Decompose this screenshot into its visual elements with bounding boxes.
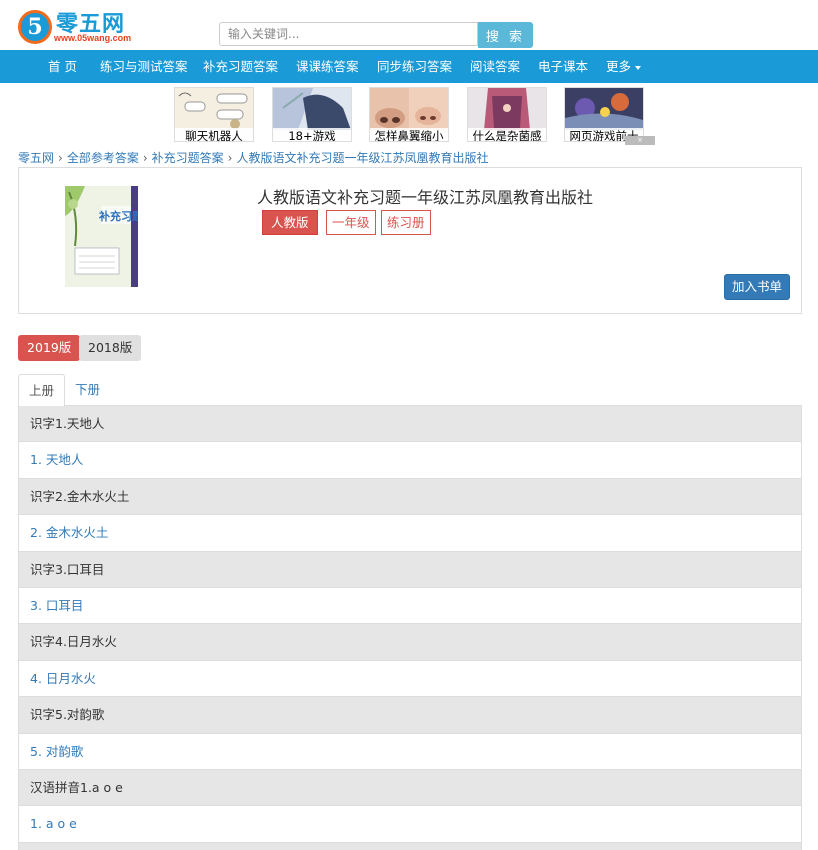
ad-image xyxy=(273,88,351,130)
logo-url: www.05wang.com xyxy=(54,33,132,43)
book-panel: 补充习题 人教版语文补充习题一年级江苏凤凰教育出版社 人教版 一年级 练习册 加… xyxy=(18,167,802,314)
breadcrumb-all-answers[interactable]: 全部参考答案 xyxy=(67,151,139,165)
ad-banner[interactable]: 网页游戏前十 xyxy=(564,87,644,142)
logo-mark: 5 xyxy=(18,10,52,44)
tag-type[interactable]: 练习册 xyxy=(381,210,431,235)
nav-item-ebook[interactable]: 电子课本 xyxy=(538,50,588,83)
edition-2018-button[interactable]: 2018版 xyxy=(79,335,142,361)
site-logo[interactable]: 5 零五网 www.05wang.com xyxy=(18,8,138,46)
tag-publisher[interactable]: 人教版 xyxy=(262,210,318,235)
ad-banner[interactable]: 什么是杂菌感 xyxy=(467,87,547,142)
ad-caption: 18+游戏 xyxy=(273,128,351,141)
book-title: 人教版语文补充习题一年级江苏凤凰教育出版社 xyxy=(257,188,594,207)
breadcrumb-supplementary[interactable]: 补充习题答案 xyxy=(152,151,224,165)
breadcrumb-home[interactable]: 零五网 xyxy=(18,151,54,165)
search-button[interactable]: 搜 索 xyxy=(478,22,533,48)
chapter-link[interactable]: 1. a o e xyxy=(18,806,802,843)
ad-caption: 怎样鼻翼缩小 xyxy=(370,128,448,141)
ad-image xyxy=(370,88,448,130)
ad-close-icon[interactable]: × xyxy=(625,136,655,145)
nav-item-supplementary[interactable]: 补充习题答案 xyxy=(203,50,278,83)
ad-caption: 什么是杂菌感 xyxy=(468,128,546,141)
nav-item-reading[interactable]: 阅读答案 xyxy=(470,50,520,83)
breadcrumb-current[interactable]: 人教版语文补充习题一年级江苏凤凰教育出版社 xyxy=(236,151,488,165)
book-cover[interactable]: 补充习题 xyxy=(65,186,138,287)
nav-more-label: 更多 xyxy=(606,59,632,74)
header: 5 零五网 www.05wang.com 搜 索 xyxy=(0,0,818,50)
add-to-booklist-button[interactable]: 加入书单 xyxy=(724,274,790,300)
tag-grade[interactable]: 一年级 xyxy=(326,210,376,235)
nav-item-home[interactable]: 首 页 xyxy=(48,50,77,83)
ad-image xyxy=(175,88,253,130)
book-cover-title: 补充习题 xyxy=(98,209,138,223)
nav-item-more[interactable]: 更多 xyxy=(606,50,642,83)
breadcrumb-separator: › xyxy=(227,151,233,165)
edition-2019-button[interactable]: 2019版 xyxy=(18,335,81,361)
nav-item-lesson-practice[interactable]: 课课练答案 xyxy=(296,50,359,83)
tab-volume-1[interactable]: 上册 xyxy=(18,374,66,407)
ad-image xyxy=(565,88,643,130)
breadcrumb: 零五网 › 全部参考答案 › 补充习题答案 › 人教版语文补充习题一年级江苏凤凰教育出版社 xyxy=(18,149,489,165)
search-input[interactable] xyxy=(219,22,478,46)
ad-banner[interactable]: 聊天机器人 xyxy=(174,87,254,142)
chapter-link[interactable]: 5. 对韵歌 xyxy=(18,733,802,770)
chapter-link[interactable]: 1. 天地人 xyxy=(18,442,802,479)
chapter-list: 识字1.天地人 1. 天地人 识字2.金木水火土 2. 金木水火土 识字3.口耳… xyxy=(18,406,802,850)
chapter-heading: 识字2.金木水火土 xyxy=(18,478,802,516)
tab-volume-2[interactable]: 下册 xyxy=(65,374,110,406)
volume-tabs: 上册 下册 xyxy=(18,374,802,407)
book-cover-image: 补充习题 xyxy=(65,186,138,287)
nav-item-practice-test[interactable]: 练习与测试答案 xyxy=(100,50,188,83)
nav-item-sync-practice[interactable]: 同步练习答案 xyxy=(377,50,452,83)
chapter-heading xyxy=(18,842,802,850)
breadcrumb-separator: › xyxy=(142,151,148,165)
main-nav: 首 页 练习与测试答案 补充习题答案 课课练答案 同步练习答案 阅读答案 电子课… xyxy=(0,50,818,83)
ad-image xyxy=(468,88,546,130)
chapter-heading: 识字3.口耳目 xyxy=(18,551,802,588)
chapter-link[interactable]: 2. 金木水火土 xyxy=(18,515,802,552)
chapter-heading: 识字4.日月水火 xyxy=(18,624,802,661)
ad-banner[interactable]: 18+游戏 xyxy=(272,87,352,142)
caret-down-icon xyxy=(635,65,642,70)
ad-caption: 聊天机器人 xyxy=(175,128,253,141)
chapter-heading: 汉语拼音1.a o e xyxy=(18,769,802,807)
ad-banner[interactable]: 怎样鼻翼缩小 xyxy=(369,87,449,142)
chapter-heading: 识字1.天地人 xyxy=(18,406,802,443)
chapter-link[interactable]: 4. 日月水火 xyxy=(18,660,802,698)
breadcrumb-separator: › xyxy=(58,151,63,165)
chapter-link[interactable]: 3. 口耳目 xyxy=(18,587,802,625)
chapter-heading: 识字5.对韵歌 xyxy=(18,697,802,734)
